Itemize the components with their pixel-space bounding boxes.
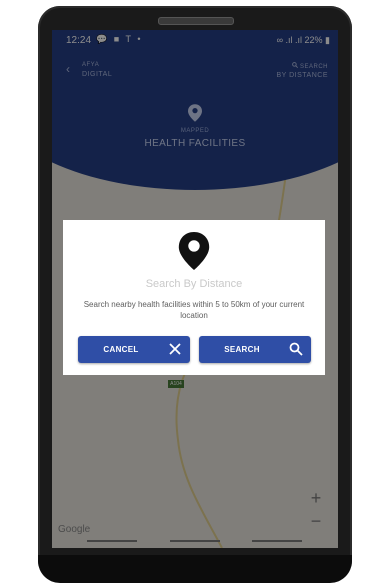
cancel-button-label: CANCEL (103, 345, 139, 354)
location-pin-icon (178, 232, 210, 270)
phone-bottom (38, 555, 352, 583)
search-button-label: SEARCH (224, 345, 260, 354)
phone-speaker (158, 17, 234, 25)
dialog-message: Search nearby health facilities within 5… (83, 300, 305, 320)
search-button[interactable]: SEARCH (199, 336, 311, 363)
cancel-button[interactable]: CANCEL (78, 336, 190, 363)
system-nav-bar (52, 540, 338, 546)
search-by-distance-dialog: Search By Distance Search nearby health … (63, 220, 325, 375)
search-icon (289, 342, 303, 356)
close-icon (169, 343, 181, 355)
dialog-title: Search By Distance (145, 278, 243, 290)
